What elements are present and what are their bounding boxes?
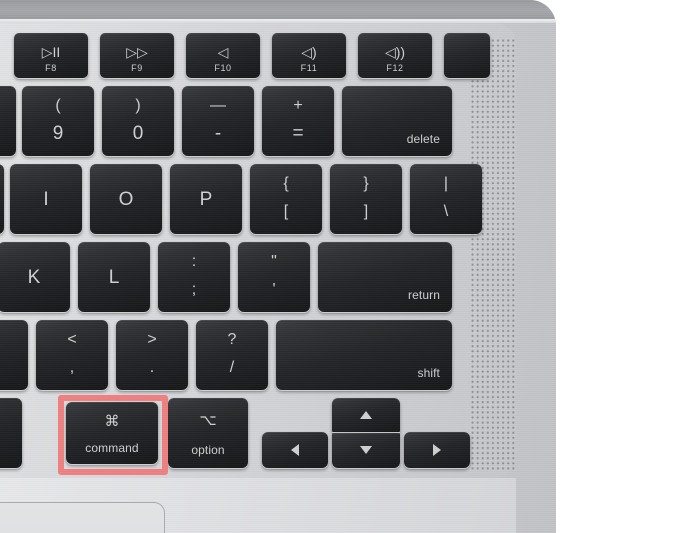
key-i[interactable]: I bbox=[10, 164, 82, 234]
arrow-right-icon bbox=[433, 444, 441, 456]
screenshot-root: ▷II F8 ▷▷ F9 ◁ F10 ◁) F11 ◁)) F12 * 8 ( bbox=[0, 0, 700, 533]
fast-forward-icon: ▷▷ bbox=[126, 44, 148, 60]
key-k[interactable]: K bbox=[0, 242, 70, 312]
key-shift[interactable]: shift bbox=[276, 320, 452, 390]
key-bracket-right[interactable]: } ] bbox=[330, 164, 402, 234]
key-o[interactable]: O bbox=[90, 164, 162, 234]
key-f11[interactable]: ◁) F11 bbox=[272, 33, 346, 78]
key-l[interactable]: L bbox=[78, 242, 150, 312]
key-equal[interactable]: + = bbox=[262, 86, 334, 156]
command-glyph-icon: ⌘ bbox=[104, 413, 120, 430]
key-9[interactable]: ( 9 bbox=[22, 86, 94, 156]
key-f9[interactable]: ▷▷ F9 bbox=[100, 33, 174, 78]
key-f8[interactable]: ▷II F8 bbox=[14, 33, 88, 78]
key-arrow-up[interactable] bbox=[332, 398, 400, 432]
display-hinge bbox=[0, 0, 556, 23]
key-backslash[interactable]: | \ bbox=[410, 164, 482, 234]
key-control[interactable] bbox=[0, 398, 22, 468]
play-pause-icon: ▷II bbox=[41, 44, 61, 60]
key-m[interactable]: M bbox=[0, 320, 28, 390]
key-0[interactable]: ) 0 bbox=[102, 86, 174, 156]
key-u[interactable] bbox=[0, 164, 4, 234]
option-glyph-icon: ⌥ bbox=[199, 412, 217, 429]
key-comma[interactable]: < , bbox=[36, 320, 108, 390]
key-delete[interactable]: delete bbox=[342, 86, 452, 156]
key-slash[interactable]: ? / bbox=[196, 320, 268, 390]
key-f10[interactable]: ◁ F10 bbox=[186, 33, 260, 78]
key-semicolon[interactable]: : ; bbox=[158, 242, 230, 312]
arrow-down-icon bbox=[360, 446, 372, 454]
trackpad[interactable] bbox=[0, 502, 165, 533]
key-p[interactable]: P bbox=[170, 164, 242, 234]
key-arrow-down[interactable] bbox=[332, 433, 400, 468]
macbook-body: ▷II F8 ▷▷ F9 ◁ F10 ◁) F11 ◁)) F12 * 8 ( bbox=[0, 0, 556, 533]
key-command[interactable]: ⌘ command bbox=[66, 402, 158, 464]
key-option[interactable]: ⌥ option bbox=[168, 398, 248, 468]
key-8[interactable]: * 8 bbox=[0, 86, 16, 156]
volume-up-icon: ◁)) bbox=[384, 44, 406, 60]
speaker-grille bbox=[470, 38, 516, 470]
key-quote[interactable]: " ' bbox=[238, 242, 310, 312]
key-f12[interactable]: ◁)) F12 bbox=[358, 33, 432, 78]
key-arrow-left[interactable] bbox=[262, 432, 328, 468]
key-arrow-right[interactable] bbox=[404, 432, 470, 468]
key-touch-id[interactable] bbox=[444, 33, 490, 78]
mute-icon: ◁ bbox=[217, 44, 229, 60]
arrow-up-icon bbox=[360, 411, 372, 419]
key-period[interactable]: > . bbox=[116, 320, 188, 390]
key-bracket-left[interactable]: { [ bbox=[250, 164, 322, 234]
key-return[interactable]: return bbox=[318, 242, 452, 312]
arrow-left-icon bbox=[291, 444, 299, 456]
key-minus[interactable]: — - bbox=[182, 86, 254, 156]
volume-down-icon: ◁) bbox=[301, 44, 317, 60]
